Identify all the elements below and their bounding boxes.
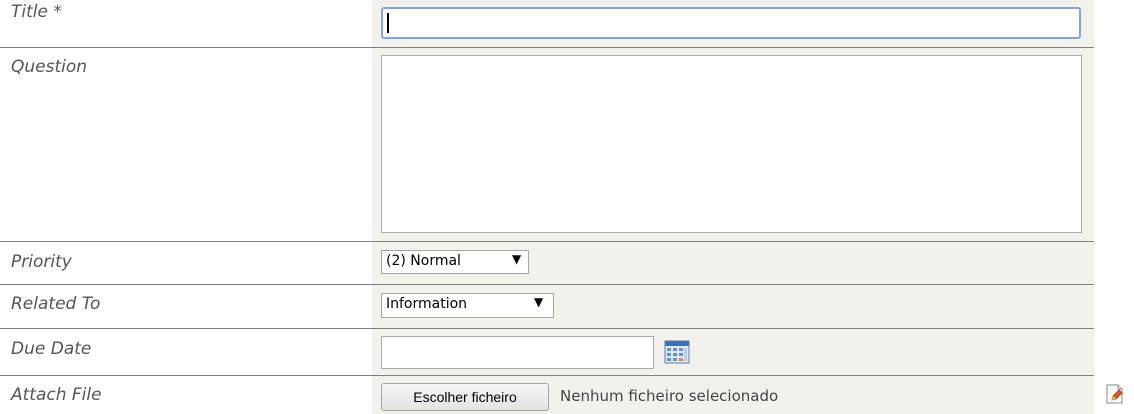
text-caret [387, 13, 389, 33]
priority-selected-value: (2) Normal [386, 253, 461, 269]
priority-row: Priority [0, 242, 1134, 284]
title-label: Title * [11, 2, 62, 22]
priority-select[interactable]: (2) Normal ▼ [381, 250, 529, 274]
question-textarea[interactable] [381, 55, 1082, 233]
chevron-down-icon: ▼ [534, 295, 544, 309]
chevron-down-icon: ▼ [512, 252, 522, 266]
attach-file-label: Attach File [11, 385, 102, 405]
calendar-icon[interactable] [664, 340, 690, 364]
due-date-input[interactable] [381, 336, 654, 369]
question-label: Question [11, 57, 88, 77]
title-label-cell: Title * [0, 0, 372, 47]
related-to-label-cell: Related To [0, 285, 372, 328]
related-to-label: Related To [11, 294, 101, 314]
choose-file-button[interactable]: Escolher ficheiro [381, 383, 549, 411]
due-date-label: Due Date [11, 339, 92, 359]
priority-label-cell: Priority [0, 242, 372, 284]
question-label-cell: Question [0, 48, 372, 241]
related-to-select[interactable]: Information ▼ [381, 293, 554, 318]
file-status-text: Nenhum ficheiro selecionado [560, 387, 779, 405]
related-to-selected-value: Information [386, 296, 468, 312]
related-to-row: Related To [0, 285, 1134, 328]
attach-icon[interactable] [1104, 384, 1126, 404]
due-date-label-cell: Due Date [0, 329, 372, 375]
new-question-form: Title * Question Priority (2) Normal ▼ R… [0, 0, 1134, 414]
attach-file-label-cell: Attach File [0, 376, 372, 414]
priority-label: Priority [11, 252, 72, 272]
title-input[interactable] [381, 7, 1081, 39]
